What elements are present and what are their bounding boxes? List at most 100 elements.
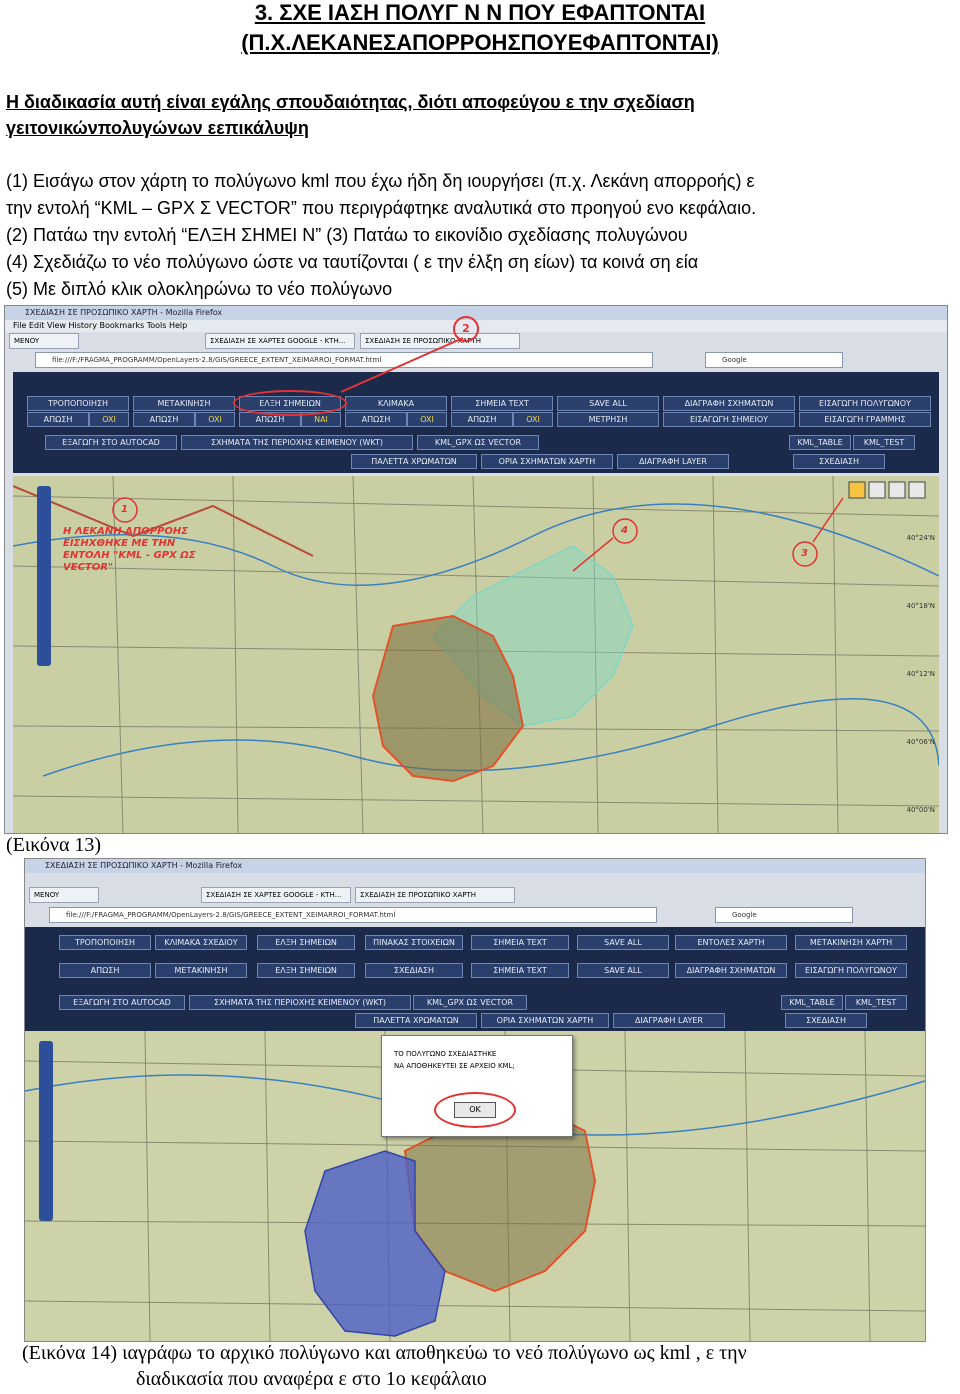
repel-value[interactable]: OXI: [195, 412, 235, 427]
delete-layer-button[interactable]: ΔΙΑΓΡΑΦΗ LAYER: [617, 454, 729, 469]
callout-2-arrow: [340, 337, 464, 393]
tab-menu[interactable]: MENOY: [9, 333, 79, 349]
address-bar[interactable]: file:///F:/FRAGMA_PROGRAMM/OpenLayers-2.…: [49, 907, 657, 923]
repel-button[interactable]: ΑΠΩΣΗ: [133, 412, 195, 427]
step-5: (5) Με διπλό κλικ ολοκληρώνω το νέο πολύ…: [6, 279, 393, 299]
measure-button[interactable]: ΜΕΤΡΗΣΗ: [557, 412, 659, 427]
screenshot-figure-13: ΣΧΕΔΙΑΣΗ ΣΕ ΠΡΟΣΩΠΙΚΟ ΧΑΡΤΗ - Mozilla Fi…: [4, 305, 948, 834]
map-commands-button[interactable]: ΕΝΤΟΛΕΣ ΧΑΡΤΗ: [675, 935, 787, 950]
insert-point-button[interactable]: ΕΙΣΑΓΩΓΗ ΣΗΜΕΙΟΥ: [663, 412, 795, 427]
scale-button[interactable]: ΚΛΙΜΑΚΑ ΣΧΕΔΙΟΥ: [155, 935, 247, 950]
zoom-slider[interactable]: [39, 1041, 53, 1221]
section-subtitle: (Π.Χ.ΛΕΚΑΝΕΣΑΠΟΡΡΟΗΣΠΟΥΕΦΑΠΤΟΝΤΑΙ): [241, 30, 719, 55]
move-map-button[interactable]: ΜΕΤΑΚΙΝΗΣΗ ΧΑΡΤΗ: [795, 935, 907, 950]
dialog-message-2: ΝΑ ΑΠΟΘΗΚΕΥΤΕΙ ΣΕ ΑΡΧΕΙΟ KML;: [394, 1062, 515, 1070]
step-2-3: (2) Πατάω την εντολή “ΕΛΞΗ ΣΗΜΕΙ Ν” (3) …: [6, 225, 688, 245]
color-palette-button[interactable]: ΠΑΛΕΤΤΑ ΧΡΩΜΑΤΩΝ: [355, 1013, 477, 1028]
step-1a: (1) Εισάγω στον χάρτη το πολύγωνο kml πο…: [6, 171, 755, 191]
drawing-button[interactable]: ΣΧΕΔΙΑΣΗ: [793, 454, 885, 469]
kml-test-button[interactable]: KML_TEST: [845, 995, 907, 1010]
section-title: 3. ΣΧΕ ΙΑΣΗ ΠΟΛΥΓ Ν Ν ΠΟΥ ΕΦΑΠΤΟΝΤΑΙ: [254, 0, 706, 25]
delete-shapes-button[interactable]: ΔΙΑΓΡΑΦΗ ΣΧΗΜΑΤΩΝ: [663, 396, 795, 411]
save-all-button[interactable]: SAVE ALL: [557, 396, 659, 411]
map-shape-limits-button[interactable]: ΟΡΙΑ ΣΧΗΜΑΤΩΝ ΧΑΡΤΗ: [481, 1013, 609, 1028]
text-points-button[interactable]: ΣΗΜΕΙΑ TEXT: [451, 396, 553, 411]
tab-menu[interactable]: MENOY: [29, 887, 99, 903]
save-all-button[interactable]: SAVE ALL: [577, 963, 669, 978]
map-shape-limits-button[interactable]: ΟΡΙΑ ΣΧΗΜΑΤΩΝ ΧΑΡΤΗ: [481, 454, 613, 469]
text-points-button[interactable]: ΣΗΜΕΙΑ TEXT: [471, 935, 569, 950]
callout-4: 4: [621, 525, 628, 536]
export-autocad-button[interactable]: ΕΞΑΓΩΓΗ ΣΤΟ AUTOCAD: [59, 995, 185, 1010]
drawing-button[interactable]: ΣΧΕΔΙΑΣΗ: [365, 963, 463, 978]
zoom-slider[interactable]: [37, 486, 51, 666]
basin-annotation-line: ΕΙΣΗΧΘΗΚΕ ΜΕ ΤΗΝ: [63, 538, 176, 549]
basin-annotation: Η ΛΕΚΑΝΗ ΑΠΟΡΡΟΗΣ ΕΙΣΗΧΘΗΚΕ ΜΕ ΤΗΝ ΕΝΤΟΛ…: [63, 526, 196, 574]
tool-panel: ΤΡΟΠΟΠΟΙΗΣΗ ΚΛΙΜΑΚΑ ΣΧΕΔΙΟΥ ΕΛΞΗ ΣΗΜΕΙΩΝ…: [25, 927, 925, 1031]
save-kml-dialog: ΤΟ ΠΟΛΥΓΩΝΟ ΣΧΕΔΙΑΣΤΗΚΕ ΝΑ ΑΠΟΘΗΚΕΥΤΕΙ Σ…: [381, 1035, 573, 1137]
basin-annotation-line: ΕΝΤΟΛΗ "KML - GPX ΩΣ: [63, 550, 196, 561]
delete-shapes-button[interactable]: ΔΙΑΓΡΑΦΗ ΣΧΗΜΑΤΩΝ: [675, 963, 787, 978]
scale-button[interactable]: ΚΛΙΜΑΚΑ: [345, 396, 447, 411]
repel-button[interactable]: ΑΠΩΣΗ: [59, 963, 151, 978]
move-button[interactable]: ΜΕΤΑΚΙΝΗΣΗ: [155, 963, 247, 978]
figure-14-caption-line-1: (Εικόνα 14) ιαγράφω το αρχικό πολύγωνο κ…: [22, 1342, 747, 1364]
drawing-button[interactable]: ΣΧΕΔΙΑΣΗ: [785, 1013, 867, 1028]
snap-points-button[interactable]: ΕΛΞΗ ΣΗΜΕΙΩΝ: [257, 963, 355, 978]
kml-table-button[interactable]: KML_TABLE: [781, 995, 843, 1010]
move-button[interactable]: ΜΕΤΑΚΙΝΗΣΗ: [133, 396, 235, 411]
kml-gpx-vector-button[interactable]: KML_GPX ΩΣ VECTOR: [417, 435, 539, 450]
repel-value[interactable]: OXI: [89, 412, 129, 427]
repel-value[interactable]: OXI: [513, 412, 553, 427]
highlight-ring: [434, 1092, 516, 1128]
insert-polygon-button[interactable]: ΕΙΣΑΓΩΓΗ ΠΟΛΥΓΩΝΟΥ: [799, 396, 931, 411]
figure-14-caption-line-2: διαδικασία που αναφέρα ε στο 1ο κεφάλαιο: [136, 1368, 487, 1390]
step-4: (4) Σχεδιάζω το νέο πολύγωνο ώστε να ταυ…: [6, 252, 699, 272]
kml-table-button[interactable]: KML_TABLE: [789, 435, 851, 450]
basin-annotation-line: Η ΛΕΚΑΝΗ ΑΠΟΡΡΟΗΣ: [63, 526, 189, 537]
color-palette-button[interactable]: ΠΑΛΕΤΤΑ ΧΡΩΜΑΤΩΝ: [351, 454, 477, 469]
tab-google-maps[interactable]: ΣΧΕΔΙΑΣΗ ΣΕ ΧΑΡΤΕΣ GOOGLE - ΚΤΗ...: [201, 887, 351, 903]
save-all-button[interactable]: SAVE ALL: [577, 935, 669, 950]
lat-tick: 40°24'N: [906, 534, 935, 542]
tab-personal-map[interactable]: ΣΧΕΔΙΑΣΗ ΣΕ ΠΡΟΣΩΠΙΚΟ ΧΑΡΤΗ: [355, 887, 515, 903]
repel-value[interactable]: OXI: [407, 412, 447, 427]
table-button[interactable]: ΠΙΝΑΚΑΣ ΣΤΟΙΧΕΙΩΝ: [365, 935, 463, 950]
map-view[interactable]: Η ΛΕΚΑΝΗ ΑΠΟΡΡΟΗΣ ΕΙΣΗΧΘΗΚΕ ΜΕ ΤΗΝ ΕΝΤΟΛ…: [13, 476, 939, 833]
repel-button[interactable]: ΑΠΩΣΗ: [451, 412, 513, 427]
text-points-button[interactable]: ΣΗΜΕΙΑ TEXT: [471, 963, 569, 978]
snap-points-button[interactable]: ΕΛΞΗ ΣΗΜΕΙΩΝ: [257, 935, 355, 950]
lat-tick: 40°00'N: [906, 806, 935, 814]
screenshot-figure-14: ΣΧΕΔΙΑΣΗ ΣΕ ΠΡΟΣΩΠΙΚΟ ΧΑΡΤΗ - Mozilla Fi…: [24, 858, 926, 1342]
search-box[interactable]: Google: [715, 907, 853, 923]
basin-annotation-line: VECTOR": [63, 562, 114, 573]
browser-title-bar: ΣΧΕΔΙΑΣΗ ΣΕ ΠΡΟΣΩΠΙΚΟ ΧΑΡΤΗ - Mozilla Fi…: [25, 859, 925, 873]
lat-tick: 40°18'N: [906, 602, 935, 610]
dialog-message-1: ΤΟ ΠΟΛΥΓΩΝΟ ΣΧΕΔΙΑΣΤΗΚΕ: [394, 1050, 497, 1058]
wkt-shapes-button[interactable]: ΣΧΗΜΑΤΑ ΤΗΣ ΠΕΡΙΟΧΗΣ ΚΕΙΜΕΝΟΥ (WKT): [181, 435, 413, 450]
intro-line-2: γειτονικώνπολυγώνων εεπικάλυψη: [6, 118, 309, 138]
modify-button[interactable]: ΤΡΟΠΟΠΟΙΗΣΗ: [27, 396, 129, 411]
delete-layer-button[interactable]: ΔΙΑΓΡΑΦΗ LAYER: [613, 1013, 725, 1028]
repel-button[interactable]: ΑΠΩΣΗ: [27, 412, 89, 427]
wkt-shapes-button[interactable]: ΣΧΗΜΑΤΑ ΤΗΣ ΠΕΡΙΟΧΗΣ ΚΕΙΜΕΝΟΥ (WKT): [189, 995, 411, 1010]
callout-1: 1: [121, 504, 128, 515]
browser-title-bar: ΣΧΕΔΙΑΣΗ ΣΕ ΠΡΟΣΩΠΙΚΟ ΧΑΡΤΗ - Mozilla Fi…: [5, 306, 947, 320]
tool-panel: ΤΡΟΠΟΠΟΙΗΣΗ ΜΕΤΑΚΙΝΗΣΗ ΕΛΞΗ ΣΗΜΕΙΩΝ ΚΛΙΜ…: [13, 372, 939, 473]
kml-gpx-vector-button[interactable]: KML_GPX ΩΣ VECTOR: [413, 995, 527, 1010]
insert-line-button[interactable]: ΕΙΣΑΓΩΓΗ ΓΡΑΜΜΗΣ: [799, 412, 931, 427]
intro-line-1: Η διαδικασία αυτή είναι εγάλης σπουδαιότ…: [6, 92, 695, 112]
tab-google-maps[interactable]: ΣΧΕΔΙΑΣΗ ΣΕ ΧΑΡΤΕΣ GOOGLE - ΚΤΗ...: [205, 333, 355, 349]
repel-button[interactable]: ΑΠΩΣΗ: [345, 412, 407, 427]
modify-button[interactable]: ΤΡΟΠΟΠΟΙΗΣΗ: [59, 935, 151, 950]
export-autocad-button[interactable]: ΕΞΑΓΩΓΗ ΣΤΟ AUTOCAD: [45, 435, 177, 450]
lat-tick: 40°06'N: [906, 738, 935, 746]
lat-tick: 40°12'N: [906, 670, 935, 678]
highlight-ring: [233, 390, 347, 416]
search-box[interactable]: Google: [705, 352, 843, 368]
insert-polygon-button[interactable]: ΕΙΣΑΓΩΓΗ ΠΟΛΥΓΩΝΟΥ: [795, 963, 907, 978]
figure-13-caption: (Εικόνα 13): [6, 834, 102, 856]
kml-test-button[interactable]: KML_TEST: [853, 435, 915, 450]
step-1b: την εντολή “KML – GPX Σ VECTOR” που περι…: [6, 198, 757, 218]
callout-3: 3: [801, 548, 808, 559]
